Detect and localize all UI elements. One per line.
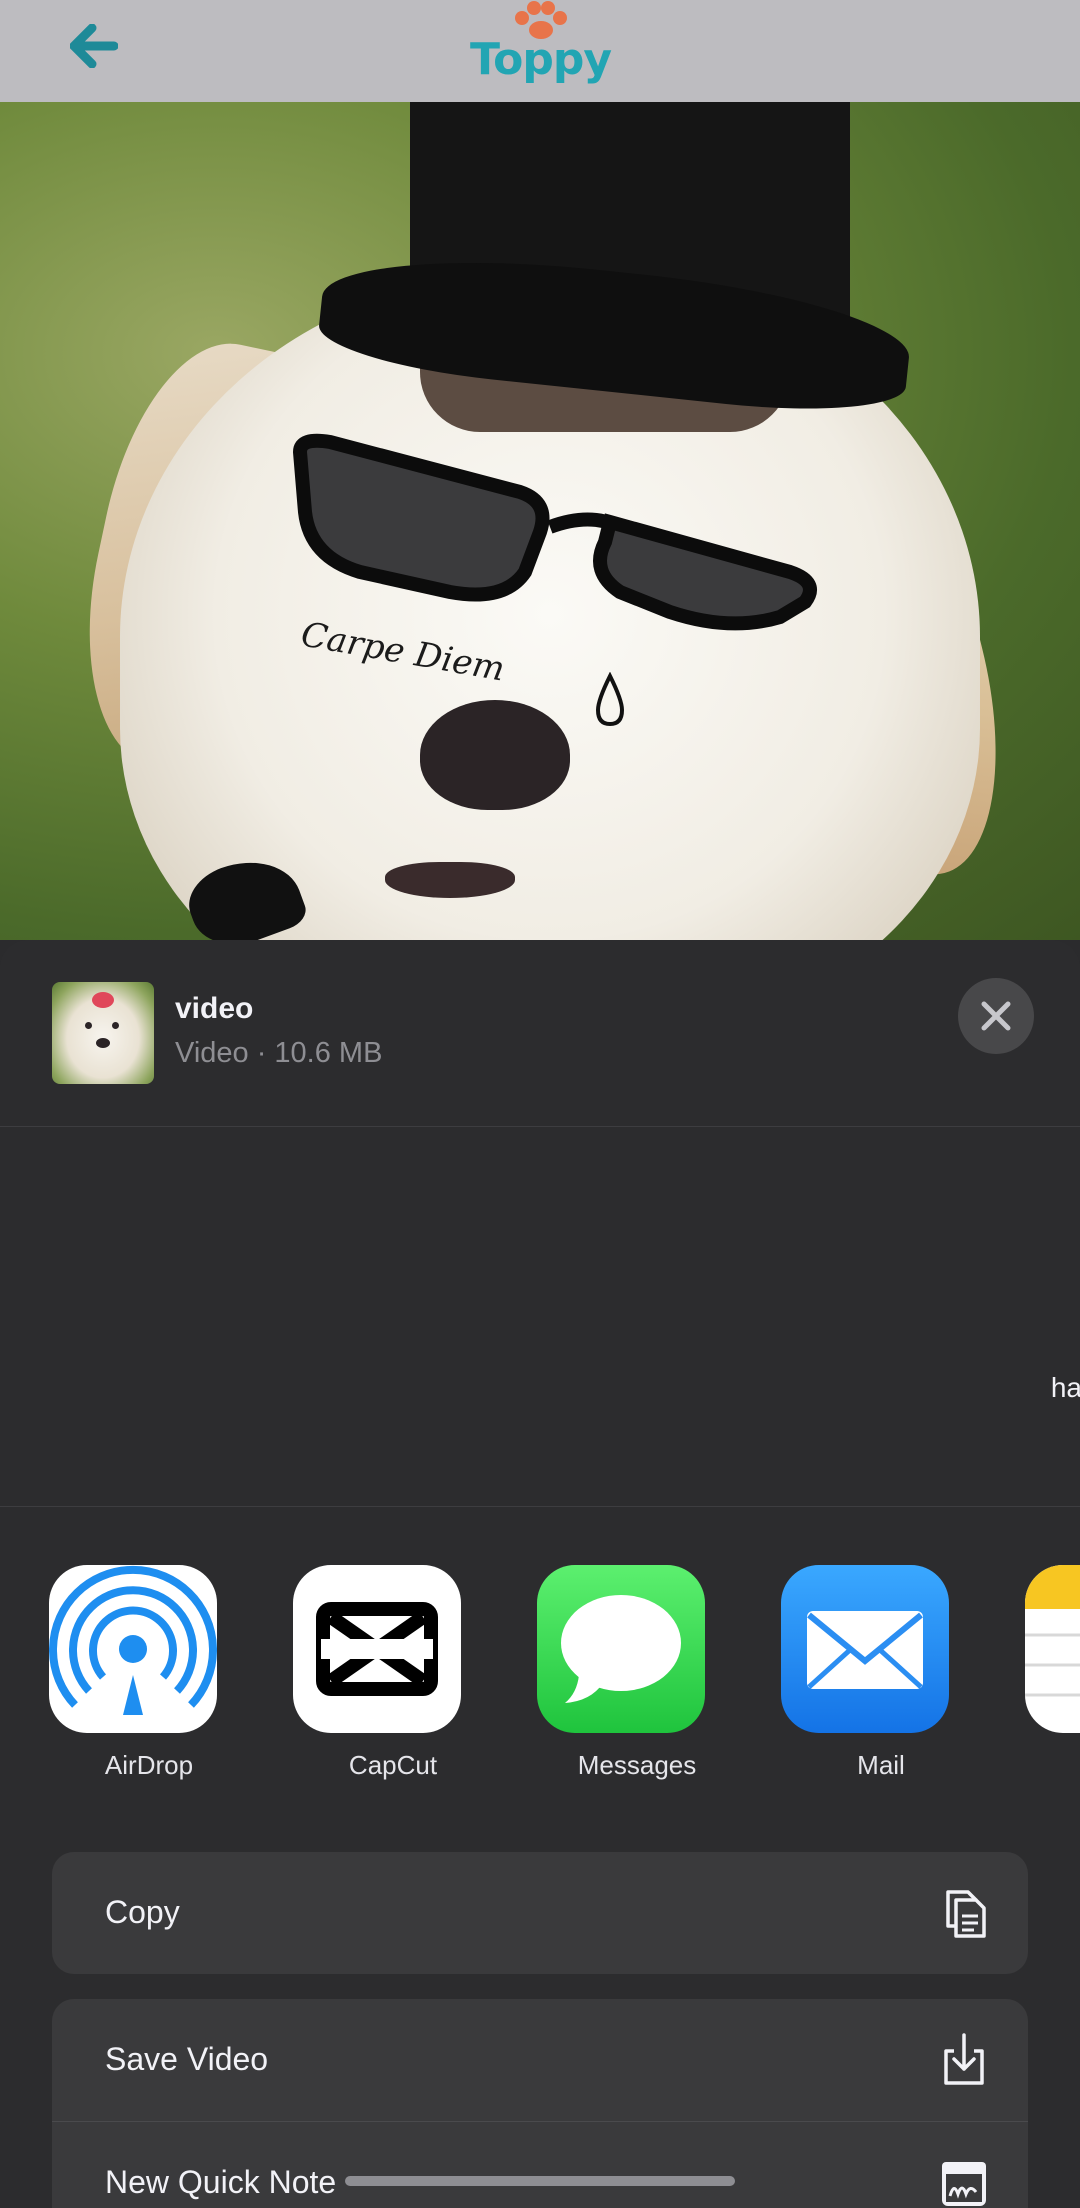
new-quick-note-action[interactable]: New Quick Note	[52, 2122, 1028, 2208]
app-label: Mail	[857, 1750, 905, 1780]
app-label: CapCut	[348, 1750, 438, 1780]
share-sheet: video Video · 10.6 MB ha AirDrop CapCut …	[0, 940, 1080, 2208]
airdrop-icon	[49, 1565, 217, 1733]
dog-nose	[420, 700, 570, 810]
copy-action[interactable]: Copy	[52, 1852, 1028, 1974]
action-label: Copy	[105, 1894, 180, 1930]
thumbnail-eye	[112, 1022, 119, 1029]
mail-icon	[781, 1565, 949, 1733]
home-indicator[interactable]	[345, 2176, 735, 2186]
app-logo-text: Toppy	[470, 34, 612, 85]
quick-note-icon	[942, 2162, 986, 2206]
edited-photo: Carpe Diem	[0, 102, 1080, 940]
app-label: AirDrop	[104, 1750, 194, 1780]
app-mail[interactable]: Mail	[749, 1565, 949, 1780]
app-notes[interactable]: N	[993, 1565, 1080, 1765]
capcut-icon	[293, 1565, 461, 1733]
app-logo: Toppy	[470, 0, 612, 100]
action-label: New Quick Note	[105, 2164, 337, 2200]
thumbnail-nose	[96, 1038, 110, 1048]
notes-icon	[1025, 1565, 1080, 1733]
arrow-left-icon	[70, 24, 118, 68]
back-button[interactable]	[62, 18, 126, 74]
apps-row: AirDrop CapCut Messages Mail	[0, 1565, 1080, 1780]
sunglasses-sticker	[292, 433, 817, 631]
mouth-sticker	[385, 862, 515, 898]
top-app-bar: Toppy	[0, 0, 1080, 102]
file-thumbnail	[52, 982, 154, 1084]
copy-icon	[946, 1890, 986, 1938]
action-label: Save Video	[105, 2041, 269, 2077]
save-icon	[944, 2033, 984, 2085]
teardrop-sticker	[595, 672, 625, 727]
action-group-copy: Copy	[52, 1852, 1028, 1974]
people-suggestions-row: ha	[0, 1127, 1080, 1447]
file-meta: Video · 10.6 MB	[175, 1037, 383, 1069]
share-sheet-header: video Video · 10.6 MB	[0, 940, 1080, 1127]
app-airdrop[interactable]: AirDrop	[17, 1565, 217, 1780]
thumbnail-bow	[92, 992, 114, 1008]
person-name-clipped[interactable]: ha	[1051, 1372, 1080, 1404]
close-icon	[981, 1001, 1011, 1031]
file-name: video	[175, 992, 254, 1025]
divider	[0, 1506, 1080, 1507]
save-video-action[interactable]: Save Video	[52, 1999, 1028, 2122]
app-label: Messages	[577, 1750, 697, 1780]
app-capcut[interactable]: CapCut	[261, 1565, 461, 1780]
app-messages[interactable]: Messages	[505, 1565, 705, 1780]
messages-icon	[537, 1565, 705, 1733]
thumbnail-eye	[85, 1022, 92, 1029]
app-label: N	[993, 1750, 1080, 1781]
close-button[interactable]	[958, 978, 1034, 1054]
